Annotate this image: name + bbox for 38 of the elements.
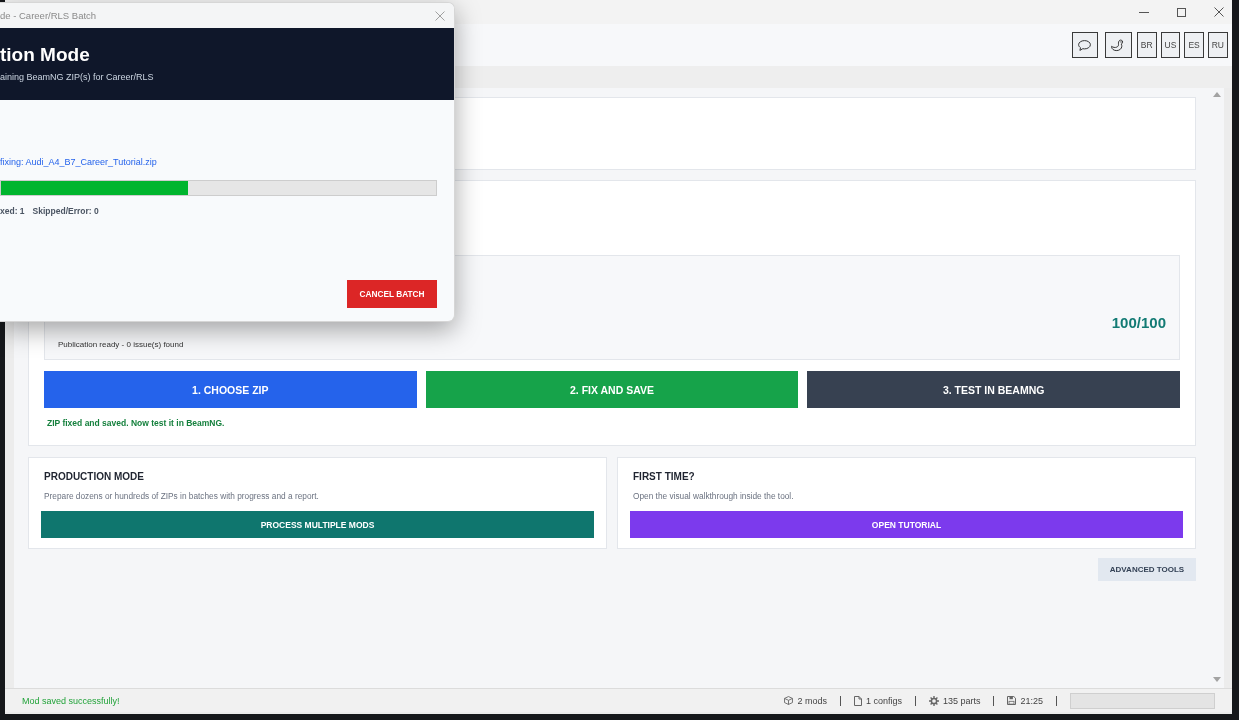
- count-text: xed: 1: [0, 206, 25, 217]
- close-icon[interactable]: [1214, 7, 1224, 17]
- document-icon: [853, 695, 862, 706]
- gear-icon: [928, 695, 939, 706]
- dialog-subtitle: aining BeamNG ZIP(s) for Career/RLS: [0, 72, 154, 83]
- status-text: Publication ready - 0 issue(s) found: [58, 340, 184, 350]
- language-button[interactable]: US: [1160, 32, 1181, 58]
- card-title: PRODUCTION MODE: [44, 471, 144, 483]
- status-message: Mod saved successfully!: [22, 695, 120, 706]
- language-button[interactable]: BR: [1136, 32, 1157, 58]
- minimize-icon[interactable]: [1139, 11, 1149, 13]
- status-stat: 135 parts: [942, 695, 981, 706]
- action-button[interactable]: PROCESS MULTIPLE MODS: [41, 511, 594, 538]
- status-stat: 1 configs: [865, 695, 902, 706]
- duck-button[interactable]: [1104, 32, 1132, 58]
- card-description: Prepare dozens or hundreds of ZIPs in batches with progress and a report.: [44, 491, 319, 502]
- success-message: ZIP fixed and saved. Now test it in BeamNG.: [47, 417, 225, 429]
- step-button[interactable]: 1. CHOOSE ZIP: [44, 371, 417, 408]
- card-description: Open the visual walkthrough inside the tool.: [633, 491, 794, 502]
- count-text: Skipped/Error: 0: [32, 206, 99, 217]
- language-button[interactable]: RU: [1207, 32, 1228, 58]
- current-file-text: fixing: Audi_A4_B7_Career_Tutorial.zip: [0, 156, 157, 168]
- feedback-button[interactable]: [1071, 32, 1098, 58]
- maximize-icon[interactable]: [1177, 7, 1186, 17]
- score-text: 100/100: [1111, 314, 1166, 331]
- status-stat: 21:25: [1020, 695, 1043, 706]
- cancel-batch-button[interactable]: CANCEL BATCH: [347, 280, 437, 308]
- speech-bubble-icon: [1078, 39, 1092, 51]
- action-button[interactable]: OPEN TUTORIAL: [630, 511, 1183, 538]
- dialog-heading: tion Mode: [0, 44, 90, 66]
- dialog-title: de - Career/RLS Batch: [0, 10, 97, 21]
- advanced-tools-button[interactable]: ADVANCED TOOLS: [1098, 558, 1196, 581]
- language-button[interactable]: ES: [1184, 32, 1204, 58]
- cube-icon: [784, 696, 794, 705]
- duck-icon: [1111, 38, 1126, 52]
- step-button[interactable]: 3. TEST IN BEAMNG: [807, 371, 1180, 408]
- status-stat: 2 mods: [797, 695, 827, 706]
- card-title: FIRST TIME?: [633, 471, 695, 483]
